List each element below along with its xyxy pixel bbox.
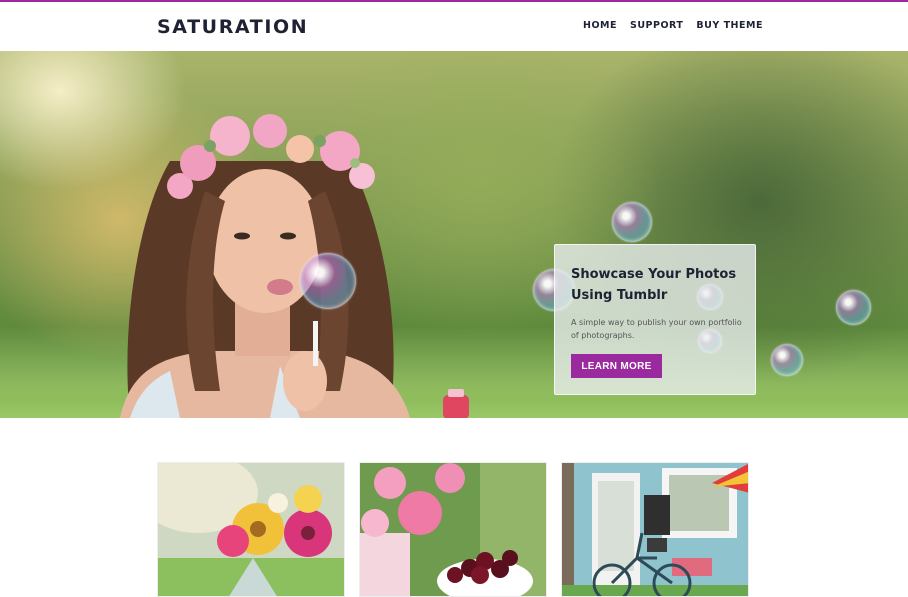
photo-thumbnail[interactable] xyxy=(359,462,547,597)
bubble-bottle-decoration xyxy=(443,389,469,418)
nav-support-link[interactable]: SUPPORT xyxy=(630,20,683,31)
site-header: SATURATION HOME SUPPORT BUY THEME xyxy=(0,2,908,51)
photo-grid xyxy=(157,462,750,597)
site-logo[interactable]: SATURATION xyxy=(157,16,308,38)
hero-woman-illustration xyxy=(120,114,410,418)
flowers-cherries-image xyxy=(360,463,546,596)
learn-more-button[interactable]: LEARN MORE xyxy=(571,354,662,378)
storefront-bicycle-image xyxy=(562,463,748,596)
nav-buy-theme-link[interactable]: BUY THEME xyxy=(696,20,763,31)
bubble-decoration xyxy=(836,290,871,325)
hero-title: Showcase Your Photos Using Tumblr xyxy=(571,267,737,303)
hero-banner: Showcase Your Photos Using Tumblr A simp… xyxy=(0,51,908,418)
bubble-decoration xyxy=(612,202,652,242)
flower-bouquet-image xyxy=(158,463,344,596)
main-nav: HOME SUPPORT BUY THEME xyxy=(583,20,763,31)
hero-description: A simple way to publish your own portfol… xyxy=(571,318,742,340)
bubble-wand-decoration xyxy=(300,253,356,309)
bubble-decoration xyxy=(771,344,803,376)
hero-cta-card: Showcase Your Photos Using Tumblr A simp… xyxy=(554,244,756,395)
photo-thumbnail[interactable] xyxy=(561,462,749,597)
nav-home-link[interactable]: HOME xyxy=(583,20,617,31)
photo-thumbnail[interactable] xyxy=(157,462,345,597)
